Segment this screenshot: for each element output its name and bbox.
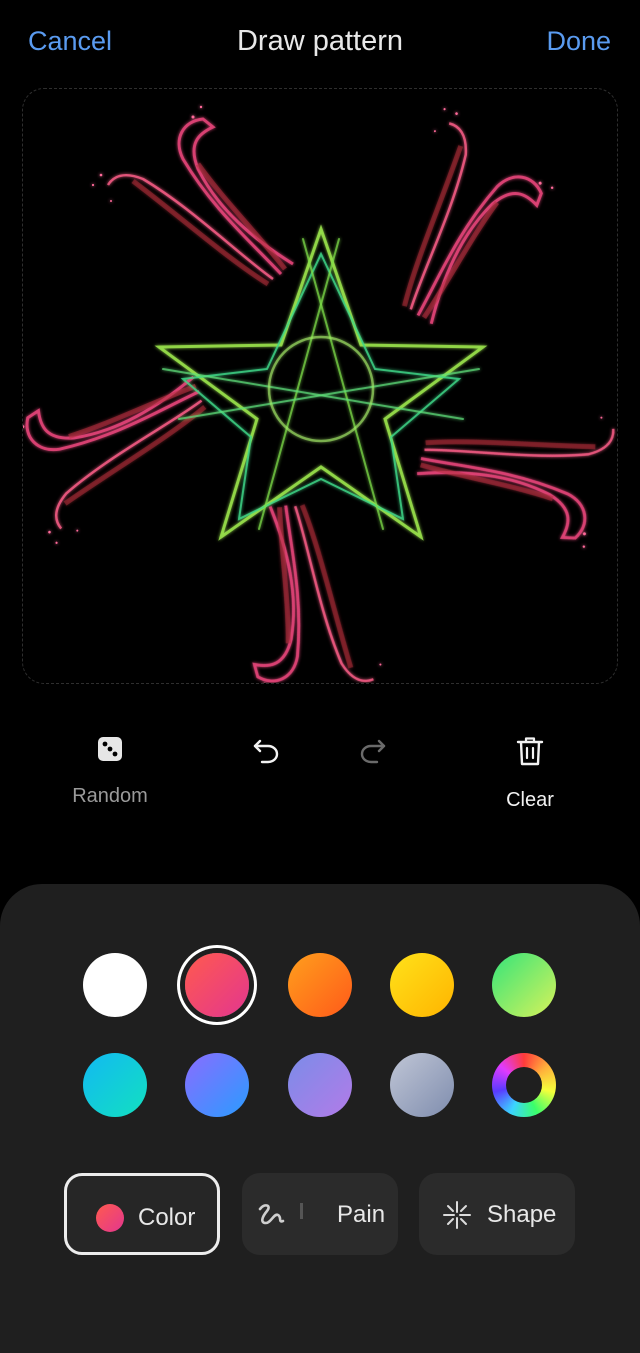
- random-label: Random: [72, 785, 148, 807]
- color-swatch-green[interactable]: [492, 953, 556, 1017]
- tab-color[interactable]: Color: [64, 1173, 220, 1255]
- brush-stroke-icon: [258, 1204, 285, 1225]
- sparkle-shape-icon: [443, 1201, 471, 1229]
- color-swatch-blue-violet[interactable]: [185, 1053, 249, 1117]
- redo-icon: [360, 739, 386, 764]
- clear-button[interactable]: Clear: [470, 725, 590, 812]
- faded-text: [300, 1203, 303, 1219]
- color-swatch-lavender[interactable]: [288, 1053, 352, 1117]
- undo-button[interactable]: [206, 725, 326, 765]
- color-swatch-rainbow[interactable]: [492, 1053, 556, 1117]
- color-dot-icon: [96, 1204, 124, 1232]
- tab-paint-label: Pain: [337, 1201, 386, 1228]
- trash-icon: [516, 737, 544, 766]
- color-swatch-pink-red[interactable]: [185, 953, 249, 1017]
- cancel-button[interactable]: Cancel: [28, 26, 112, 57]
- color-swatch-cyan[interactable]: [83, 1053, 147, 1117]
- undo-icon: [253, 739, 279, 764]
- color-swatch-white[interactable]: [83, 953, 147, 1017]
- pattern-artwork: [23, 89, 618, 684]
- color-swatch-gray-blue[interactable]: [390, 1053, 454, 1117]
- dice-icon: [98, 737, 122, 761]
- tab-shape[interactable]: Shape: [419, 1173, 575, 1255]
- tab-color-label: Color: [138, 1204, 196, 1231]
- redo-button[interactable]: [313, 725, 433, 765]
- color-swatch-orange[interactable]: [288, 953, 352, 1017]
- clear-label: Clear: [506, 789, 554, 811]
- done-button[interactable]: Done: [546, 26, 611, 57]
- tab-paint[interactable]: Pain: [242, 1173, 398, 1255]
- tools-row: Random Clear: [0, 725, 640, 835]
- rainbow-ring-hole: [506, 1067, 542, 1103]
- top-bar: Cancel Draw pattern Done: [0, 0, 640, 86]
- color-swatch-yellow[interactable]: [390, 953, 454, 1017]
- random-button[interactable]: Random: [50, 725, 170, 808]
- color-panel: Color Pain Shape: [0, 884, 640, 1353]
- tab-shape-label: Shape: [487, 1201, 557, 1228]
- pattern-canvas[interactable]: [22, 88, 618, 684]
